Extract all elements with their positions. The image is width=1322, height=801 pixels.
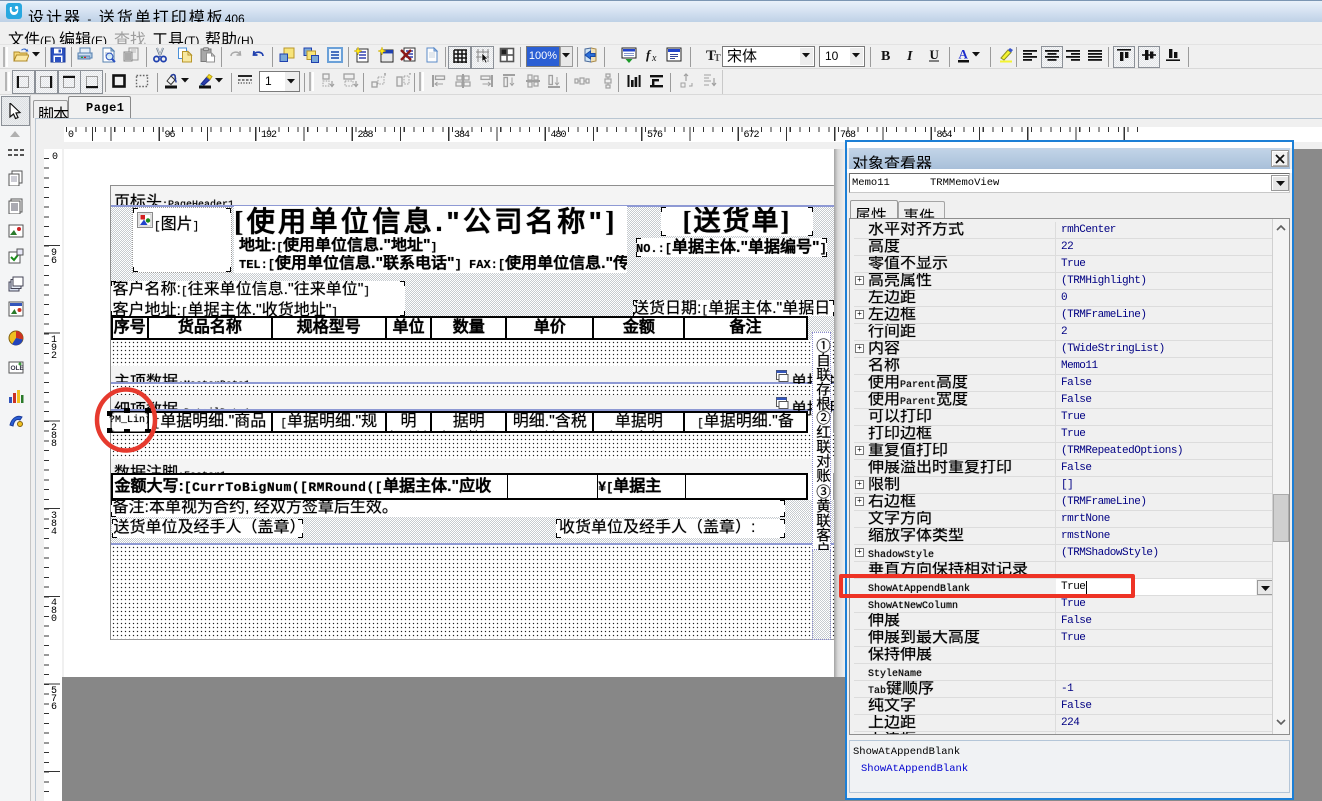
svg-text:B: B [881,49,890,63]
svg-text:I: I [906,49,913,63]
svg-text:T: T [714,53,721,63]
svg-text:A: A [959,47,969,62]
svg-text:OLE: OLE [11,365,25,372]
svg-text:x: x [651,53,657,63]
svg-text:U: U [930,47,940,62]
